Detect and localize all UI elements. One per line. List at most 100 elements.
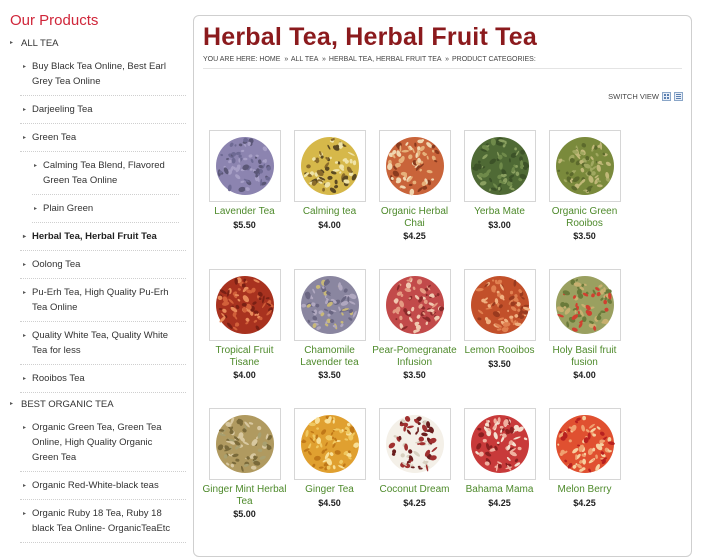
product-name-link[interactable]: Bahama Mama <box>457 484 542 496</box>
category-label: ALL TEA <box>21 38 59 49</box>
product-image[interactable] <box>463 408 536 480</box>
product-price: $5.50 <box>233 219 256 230</box>
product-image[interactable] <box>463 130 536 202</box>
product-image[interactable] <box>293 269 366 341</box>
category-item[interactable]: ▸ Buy Black Tea Online, Best Earl Grey Te… <box>20 53 186 96</box>
product-image[interactable] <box>463 269 536 341</box>
product-card[interactable]: Ginger Mint Herbal Tea $5.00 <box>202 408 287 519</box>
category-label: Pu-Erh Tea, High Quality Pu-Erh Tea Onli… <box>32 287 169 313</box>
product-image[interactable] <box>293 130 366 202</box>
category-item[interactable]: ▸ Calming Tea Blend, Flavored Green Tea O… <box>32 152 179 195</box>
category-label: Herbal Tea, Herbal Fruit Tea <box>32 231 157 242</box>
product-image[interactable] <box>208 408 281 480</box>
product-image[interactable] <box>208 269 281 341</box>
sidebar: Our Products ▸ ALL TEA ▸ Buy Black Tea Onli… <box>0 0 186 543</box>
product-price: $5.00 <box>233 509 256 519</box>
product-card[interactable]: Coconut Dream $4.25 <box>372 408 457 508</box>
category-item[interactable]: ▸ Organic Green Tea, Green Tea Online, Hi… <box>20 414 186 472</box>
product-image[interactable] <box>378 269 451 341</box>
product-image[interactable] <box>378 408 451 480</box>
product-name-link[interactable]: Ginger Mint Herbal Tea <box>202 484 287 507</box>
product-name-link[interactable]: Holy Basil fruit fusion <box>542 345 627 368</box>
bullet-icon: ▸ <box>23 107 27 113</box>
product-name-link[interactable]: Pear-Pomegranate Infusion <box>372 345 457 368</box>
product-card[interactable]: Lavender Tea $5.50 <box>202 130 287 230</box>
product-price: $3.50 <box>318 370 341 380</box>
product-price: $4.00 <box>318 219 341 230</box>
category-item[interactable]: ▸ Plain Green <box>32 195 179 223</box>
category-item[interactable]: ▸ Rooibos Tea <box>20 365 186 393</box>
bullet-icon: ▸ <box>23 483 27 489</box>
product-name-link[interactable]: Lemon Rooibos <box>457 345 542 357</box>
category-label: Oolong Tea <box>32 259 81 270</box>
product-image[interactable] <box>208 130 281 202</box>
product-name-link[interactable]: Chamomile Lavender tea <box>287 345 372 368</box>
product-card[interactable]: Yerba Mate $3.00 <box>457 130 542 230</box>
product-price: $3.50 <box>403 370 426 380</box>
product-name-link[interactable]: Lavender Tea <box>202 206 287 218</box>
category-label: Organic Green Tea, Green Tea Online, Hig… <box>32 422 162 463</box>
product-card[interactable]: Melon Berry $4.25 <box>542 408 627 508</box>
category-item[interactable]: ▸ Darjeeling Tea <box>20 96 186 124</box>
bullet-icon: ▸ <box>34 206 38 212</box>
product-image[interactable] <box>378 130 451 202</box>
category-item[interactable]: ▸ BEST ORGANIC TEA <box>0 393 186 414</box>
page-title: Herbal Tea, Herbal Fruit Tea <box>203 23 537 51</box>
product-card[interactable]: Holy Basil fruit fusion $4.00 <box>542 269 627 380</box>
bullet-icon: ▸ <box>10 401 14 407</box>
product-card[interactable]: Bahama Mama $4.25 <box>457 408 542 508</box>
category-label: Calming Tea Blend, Flavored Green Tea On… <box>43 160 165 186</box>
product-image[interactable] <box>548 130 621 202</box>
grid-view-icon[interactable] <box>662 92 671 101</box>
product-card[interactable]: Calming tea $4.00 <box>287 130 372 230</box>
category-list: ▸ ALL TEA ▸ Buy Black Tea Online, Best Earl… <box>0 32 186 543</box>
category-item[interactable]: ▸ Herbal Tea, Herbal Fruit Tea <box>20 223 186 251</box>
category-item[interactable]: ▸ ALL TEA <box>0 32 186 53</box>
bullet-icon: ▸ <box>23 425 27 431</box>
product-price: $4.25 <box>403 497 426 508</box>
product-card[interactable]: Lemon Rooibos $3.50 <box>457 269 542 369</box>
category-item[interactable]: ▸ Green Tea <box>20 124 186 152</box>
product-name-link[interactable]: Organic Green Rooibos <box>542 206 627 229</box>
product-card[interactable]: Chamomile Lavender tea $3.50 <box>287 269 372 380</box>
product-image[interactable] <box>548 408 621 480</box>
category-item[interactable]: ▸ Quality White Tea, Quality White Tea fo… <box>20 322 186 365</box>
breadcrumb-divider <box>203 68 682 69</box>
breadcrumb-separator: » <box>445 56 450 63</box>
breadcrumb-prefix: YOU ARE HERE: <box>203 56 258 63</box>
product-card[interactable]: Organic Green Rooibos $3.50 <box>542 130 627 241</box>
category-label: Plain Green <box>43 203 94 214</box>
list-view-icon[interactable] <box>674 92 683 101</box>
product-name-link[interactable]: Organic Herbal Chai <box>372 206 457 229</box>
breadcrumb-product-categories: PRODUCT CATEGORIES: <box>452 56 536 63</box>
breadcrumb-home-link[interactable]: HOME <box>259 56 280 63</box>
product-name-link[interactable]: Calming tea <box>287 206 372 218</box>
category-label: Green Tea <box>32 132 77 143</box>
product-card[interactable]: Tropical Fruit Tisane $4.00 <box>202 269 287 380</box>
product-name-link[interactable]: Yerba Mate <box>457 206 542 218</box>
product-price: $4.00 <box>573 370 596 380</box>
bullet-icon: ▸ <box>10 40 14 46</box>
product-card[interactable]: Ginger Tea $4.50 <box>287 408 372 508</box>
product-image[interactable] <box>548 269 621 341</box>
bullet-icon: ▸ <box>23 333 27 339</box>
breadcrumb-all-tea-link[interactable]: ALL TEA <box>291 56 318 63</box>
product-card[interactable]: Pear-Pomegranate Infusion $3.50 <box>372 269 457 380</box>
category-item[interactable]: ▸ Oolong Tea <box>20 251 186 279</box>
breadcrumb-herbal-tea-link[interactable]: HERBAL TEA, HERBAL FRUIT TEA <box>329 56 441 63</box>
product-name-link[interactable]: Tropical Fruit Tisane <box>202 345 287 368</box>
sidebar-title: Our Products <box>10 12 99 29</box>
product-name-link[interactable]: Coconut Dream <box>372 484 457 496</box>
breadcrumb: YOU ARE HERE: HOME » ALL TEA » HERBAL TE… <box>203 56 536 63</box>
product-price: $3.50 <box>488 358 511 369</box>
product-name-link[interactable]: Ginger Tea <box>287 484 372 496</box>
breadcrumb-separator: » <box>284 56 289 63</box>
product-name-link[interactable]: Melon Berry <box>542 484 627 496</box>
product-price: $4.25 <box>403 231 426 241</box>
product-price: $3.00 <box>488 219 511 230</box>
bullet-icon: ▸ <box>23 511 27 517</box>
product-image[interactable] <box>293 408 366 480</box>
product-card[interactable]: Organic Herbal Chai $4.25 <box>372 130 457 241</box>
category-item[interactable]: ▸ Pu-Erh Tea, High Quality Pu-Erh Tea Onl… <box>20 279 186 322</box>
category-item[interactable]: ▸ Organic Red-White-black teas <box>20 472 186 500</box>
